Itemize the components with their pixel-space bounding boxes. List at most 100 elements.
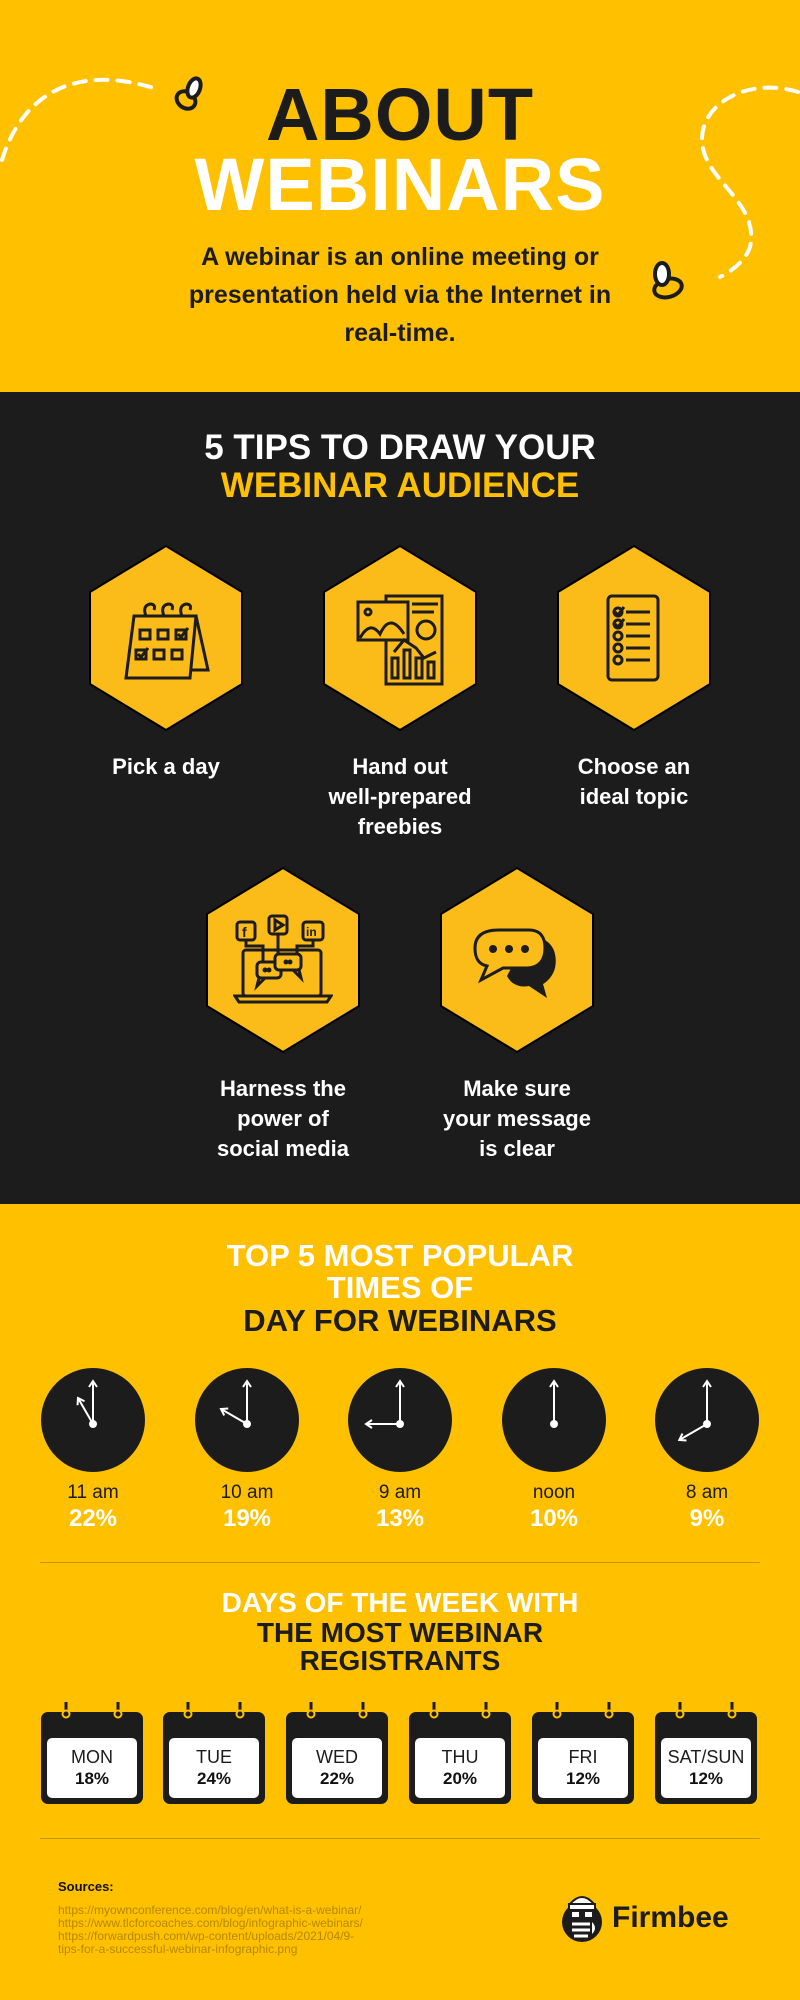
firmbee-bee-mascot-icon xyxy=(562,1896,602,1942)
day-percentage: 20% xyxy=(442,1769,478,1788)
day-calendar-card: FRI 12% xyxy=(532,1698,634,1804)
times-heading-line2: TIMES OF xyxy=(326,1270,474,1305)
tip-card: Make sure your message is clear xyxy=(417,866,617,1164)
time-item: 10 am 19% xyxy=(187,1368,307,1534)
tip-label: Make sure your message is clear xyxy=(443,1076,591,1161)
time-percentage: 10% xyxy=(529,1505,579,1532)
tip-card: f in Harness the power of social media xyxy=(183,866,383,1164)
tips-heading-line2: WEBINAR AUDIENCE xyxy=(220,466,580,505)
ring-icon xyxy=(727,1702,737,1719)
day-percentage: 18% xyxy=(74,1769,110,1788)
time-item: 8 am 9% xyxy=(647,1368,767,1534)
svg-text:f: f xyxy=(242,924,247,940)
hexagon-badge xyxy=(437,866,597,1054)
ring-icon xyxy=(358,1702,368,1719)
tip-card: Hand out well-prepared freebies xyxy=(300,544,500,842)
tip-card: Choose an ideal topic xyxy=(534,544,734,812)
day-name: TUE xyxy=(196,1747,232,1767)
hexagon-badge: f in xyxy=(203,866,363,1054)
tips-section: 5 TIPS TO DRAW YOUR WEBINAR AUDIENCE Pic… xyxy=(0,392,800,1204)
time-label: 10 am xyxy=(220,1482,274,1503)
times-heading-line1: TOP 5 MOST POPULAR xyxy=(226,1238,574,1273)
day-calendar-card: WED 22% xyxy=(286,1698,388,1804)
time-percentage: 22% xyxy=(68,1505,118,1532)
day-calendar-card: MON 18% xyxy=(41,1698,143,1804)
day-percentage: 12% xyxy=(565,1769,601,1788)
time-label: 8 am xyxy=(685,1482,729,1503)
day-percentage: 24% xyxy=(196,1769,232,1788)
tip-label: Harness the power of social media xyxy=(216,1076,350,1161)
time-label: 9 am xyxy=(378,1482,422,1503)
times-heading-line3: DAY FOR WEBINARS xyxy=(243,1303,557,1338)
checklist-icon xyxy=(606,594,660,682)
footer-section: Sources: https://myownconference.com/blo… xyxy=(0,1854,800,2000)
clock-icon xyxy=(41,1368,145,1472)
hero-title-line1: ABOUT xyxy=(265,73,535,156)
tip-label: Hand out well-prepared freebies xyxy=(328,754,472,839)
time-label: 11 am xyxy=(67,1482,119,1503)
section-divider xyxy=(40,1562,760,1563)
days-section: DAYS OF THE WEEK WITH THE MOST WEBINAR R… xyxy=(0,1564,800,1854)
clock-icon xyxy=(348,1368,452,1472)
ring-icon xyxy=(481,1702,491,1719)
ring-icon xyxy=(113,1702,123,1719)
section-divider xyxy=(40,1838,760,1839)
time-item: 11 am 22% xyxy=(33,1368,153,1534)
svg-text:in: in xyxy=(306,925,317,939)
documents-chart-icon xyxy=(356,594,444,686)
day-percentage: 12% xyxy=(688,1769,724,1788)
clock-center xyxy=(550,1420,558,1428)
clock-center xyxy=(89,1420,97,1428)
hero-section: ABOUT WEBINARS A webinar is an online me… xyxy=(0,0,800,392)
day-name: MON xyxy=(71,1747,113,1767)
popular-times-section: TOP 5 MOST POPULAR TIMES OF DAY FOR WEBI… xyxy=(0,1204,800,1564)
clock-center xyxy=(703,1420,711,1428)
sources-heading: Sources: xyxy=(58,1879,114,1894)
ring-icon xyxy=(429,1702,439,1719)
clock-icon xyxy=(655,1368,759,1472)
time-item: 9 am 13% xyxy=(340,1368,460,1534)
day-name: SAT/SUN xyxy=(667,1747,745,1767)
days-heading-line3: REGISTRANTS xyxy=(299,1645,501,1676)
clock-icon xyxy=(502,1368,606,1472)
brand-name: Firmbee xyxy=(612,1901,729,1934)
day-percentage: 22% xyxy=(319,1769,355,1788)
day-name: WED xyxy=(316,1747,358,1767)
hexagon-badge xyxy=(86,544,246,732)
sources-list: https://myownconference.com/blog/en/what… xyxy=(58,1904,438,1956)
time-percentage: 19% xyxy=(222,1505,272,1532)
social-media-laptop-icon: f in xyxy=(233,914,333,1004)
time-percentage: 9% xyxy=(689,1505,725,1532)
day-calendar-card: TUE 24% xyxy=(163,1698,265,1804)
time-percentage: 13% xyxy=(375,1505,425,1532)
day-calendar-card: SAT/SUN 12% xyxy=(655,1698,757,1804)
hexagon-badge xyxy=(554,544,714,732)
days-heading-line1: DAYS OF THE WEEK WITH xyxy=(221,1587,579,1618)
tip-label: Pick a day xyxy=(112,754,220,779)
tip-label: Choose an ideal topic xyxy=(577,754,691,809)
brand-logo: Firmbee xyxy=(560,1890,729,1946)
ring-icon xyxy=(604,1702,614,1719)
hexagon-badge xyxy=(320,544,480,732)
day-name: THU xyxy=(441,1747,479,1767)
ring-icon xyxy=(183,1702,193,1719)
day-calendar-card: THU 20% xyxy=(409,1698,511,1804)
ring-icon xyxy=(235,1702,245,1719)
clock-center xyxy=(243,1420,251,1428)
tip-card: Pick a day xyxy=(66,544,266,782)
days-heading-line2: THE MOST WEBINAR xyxy=(256,1617,544,1648)
ring-icon xyxy=(675,1702,685,1719)
chat-bubbles-icon xyxy=(473,928,556,998)
desk-calendar-icon xyxy=(124,602,210,680)
time-item: noon 10% xyxy=(494,1368,614,1534)
bee-icon xyxy=(652,261,684,300)
hero-description: A webinar is an online meeting or presen… xyxy=(188,243,612,347)
ring-icon xyxy=(552,1702,562,1719)
source-link[interactable]: tips-for-a-successful-webinar-infographi… xyxy=(58,1943,438,1956)
time-label: noon xyxy=(532,1482,576,1503)
clock-center xyxy=(396,1420,404,1428)
day-name: FRI xyxy=(568,1747,598,1767)
hero-title-line2: WEBINARS xyxy=(194,143,606,226)
ring-icon xyxy=(61,1702,71,1719)
clock-icon xyxy=(195,1368,299,1472)
